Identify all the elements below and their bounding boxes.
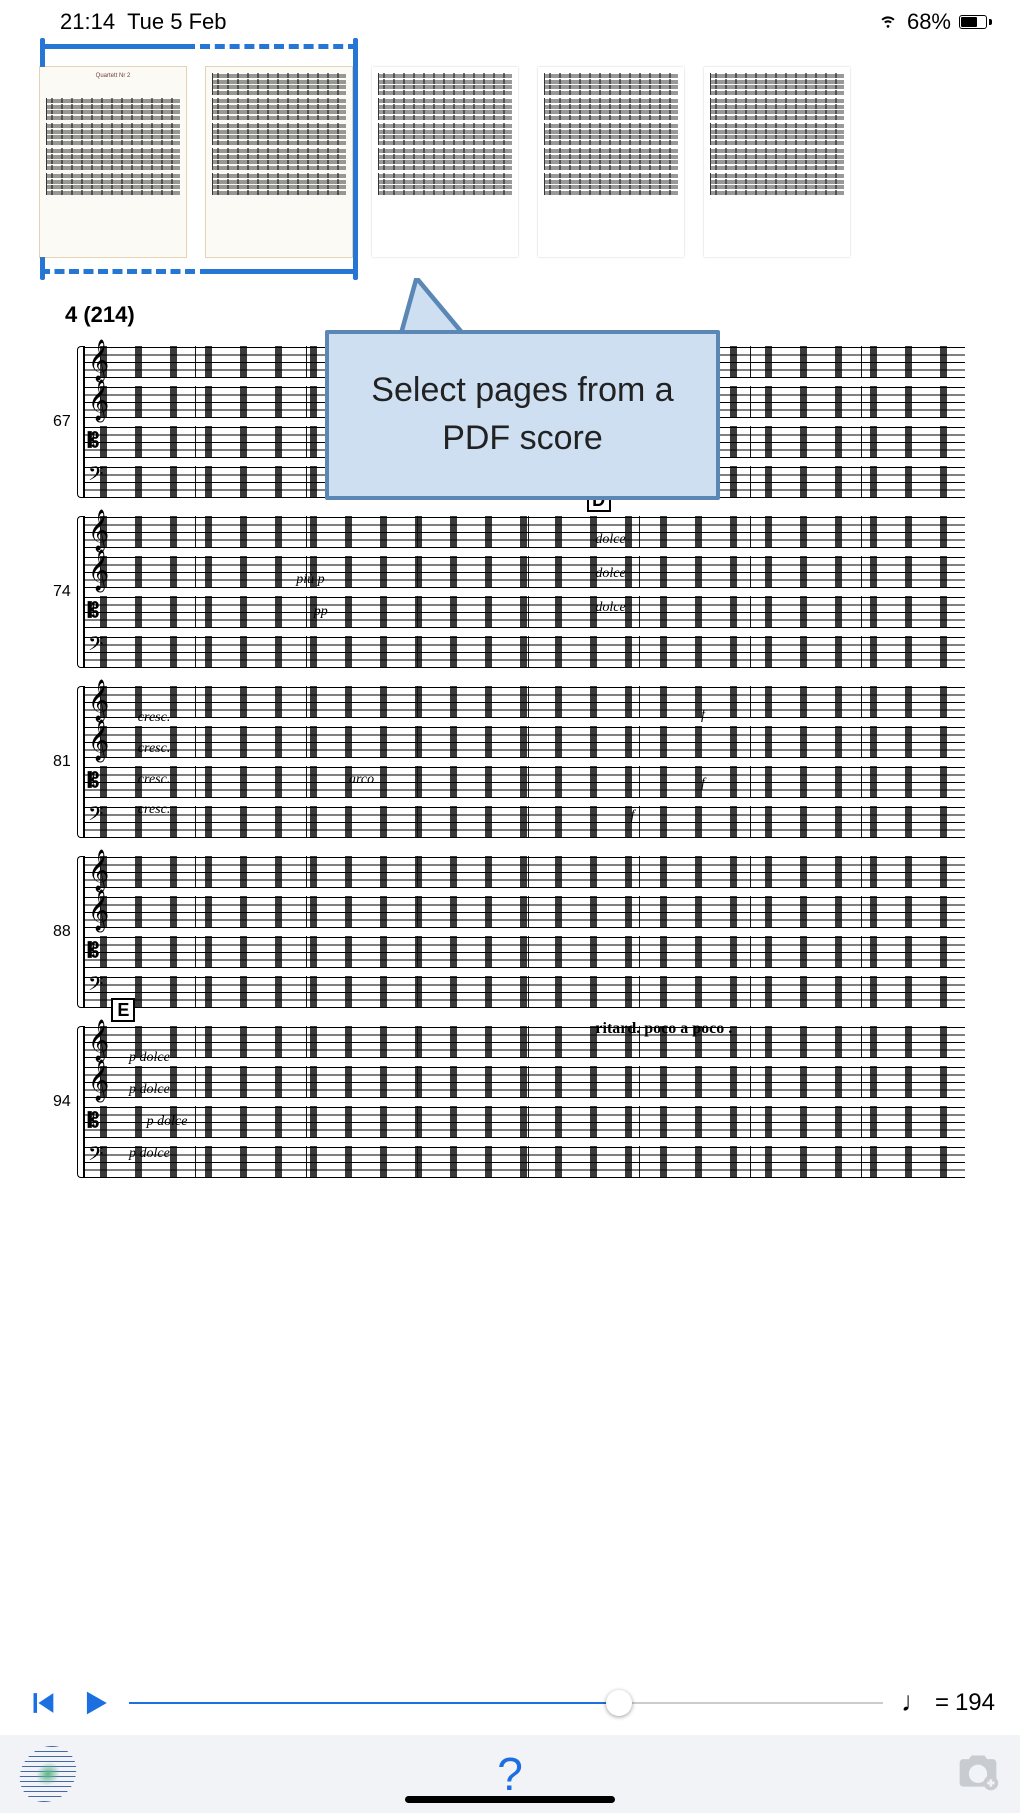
staff: 𝄞 <box>85 516 965 548</box>
wifi-icon <box>877 8 899 36</box>
staff: 𝄢 <box>85 806 965 838</box>
expression-text: pp <box>314 604 328 620</box>
tempo-value: 194 <box>955 1689 995 1717</box>
status-bar: 21:14 Tue 5 Feb 68% <box>0 0 1020 40</box>
clef-icon: 𝄞 <box>88 512 109 548</box>
pdf-thumb-2[interactable] <box>206 67 352 257</box>
callout-text: Select pages from a PDF score <box>349 367 696 462</box>
staff: 𝄞 <box>85 686 965 718</box>
measure-number: 74 <box>53 583 71 601</box>
clef-icon: 𝄡 <box>88 1111 99 1131</box>
staff: 𝄞 <box>85 726 965 758</box>
staff: 𝄢 <box>85 1146 965 1178</box>
expression-text: più p <box>296 572 324 588</box>
clef-icon: 𝄢 <box>88 975 103 999</box>
measure-number: 88 <box>53 923 71 941</box>
bottom-toolbar: ? <box>0 1735 1020 1813</box>
clef-icon: 𝄢 <box>88 805 103 829</box>
clef-icon: 𝄢 <box>88 635 103 659</box>
staff: 𝄞 <box>85 896 965 928</box>
expression-text: f <box>701 708 705 724</box>
tempo-equals: = <box>935 1689 949 1717</box>
expression-text: dolce <box>595 600 625 616</box>
clef-icon: 𝄢 <box>88 1145 103 1169</box>
clef-icon: 𝄞 <box>88 682 109 718</box>
score-system: 94E𝄞𝄞𝄡𝄢p dolcep dolcep dolcep dolceritar… <box>55 1026 965 1178</box>
clef-icon: 𝄞 <box>88 852 109 888</box>
staff: 𝄞 <box>85 856 965 888</box>
staff: 𝄢 <box>85 636 965 668</box>
staff: 𝄞 <box>85 1026 965 1058</box>
expression-text: cresc. <box>138 741 171 757</box>
play-button[interactable] <box>77 1686 111 1720</box>
pdf-thumb-3[interactable] <box>372 67 518 257</box>
battery-percent: 68% <box>907 9 951 35</box>
score-system: 81𝄞𝄞𝄡𝄢cresc.cresc.cresc.cresc.arcofff <box>55 686 965 838</box>
tooltip-callout: Select pages from a PDF score <box>325 280 720 500</box>
measure-number: 94 <box>53 1093 71 1111</box>
clef-icon: 𝄞 <box>88 892 109 928</box>
pdf-thumb-5[interactable] <box>704 67 850 257</box>
staff: 𝄡 <box>85 936 965 968</box>
clef-icon: 𝄢 <box>88 465 103 489</box>
progress-slider[interactable] <box>129 1688 883 1718</box>
clef-icon: 𝄡 <box>88 601 99 621</box>
expression-text: dolce <box>595 532 625 548</box>
expression-text: p dolce <box>129 1146 170 1162</box>
score-system: 88𝄞𝄞𝄡𝄢 <box>55 856 965 1008</box>
staff: 𝄡 <box>85 1106 965 1138</box>
clef-icon: 𝄞 <box>88 552 109 588</box>
help-button[interactable]: ? <box>497 1747 523 1801</box>
measure-number: 67 <box>53 413 71 431</box>
expression-text: cresc. <box>138 772 171 788</box>
expression-text: arco <box>349 772 374 788</box>
expression-text: p dolce <box>129 1050 170 1066</box>
clef-icon: 𝄞 <box>88 342 109 378</box>
battery-icon <box>959 15 992 29</box>
expression-text: f <box>701 776 705 792</box>
score-system: 74D𝄞𝄞𝄡𝄢più pppdolcedolcedolce <box>55 516 965 668</box>
status-date: Tue 5 Feb <box>127 9 226 35</box>
clef-icon: 𝄞 <box>88 1022 109 1058</box>
skip-back-button[interactable] <box>25 1686 59 1720</box>
tempo-display[interactable]: ♩ = 194 <box>901 1687 995 1719</box>
staff: 𝄡 <box>85 766 965 798</box>
pdf-thumb-4[interactable] <box>538 67 684 257</box>
measure-number: 81 <box>53 753 71 771</box>
clef-icon: 𝄞 <box>88 382 109 418</box>
expression-text: p dolce <box>129 1082 170 1098</box>
rehearsal-mark: E <box>111 998 135 1022</box>
pdf-page-thumbnails: Quartett Nr 2 <box>0 42 1020 282</box>
camera-add-button[interactable] <box>956 1750 1000 1799</box>
playback-bar: ♩ = 194 <box>0 1671 1020 1735</box>
expression-text: f <box>631 808 635 824</box>
status-time: 21:14 <box>60 9 115 35</box>
expression-text: p dolce <box>147 1114 188 1130</box>
pdf-thumb-1[interactable]: Quartett Nr 2 <box>40 67 186 257</box>
staff: 𝄡 <box>85 596 965 628</box>
clef-icon: 𝄡 <box>88 941 99 961</box>
thumb-title: Quartett Nr 2 <box>46 73 180 95</box>
staff: 𝄢 <box>85 976 965 1008</box>
expression-text: cresc. <box>138 802 171 818</box>
expression-text: dolce <box>595 566 625 582</box>
quarter-note-icon: ♩ <box>901 1687 929 1719</box>
clef-icon: 𝄡 <box>88 431 99 451</box>
clef-icon: 𝄞 <box>88 1062 109 1098</box>
expression-text: ritard. poco a poco . <box>595 1020 732 1038</box>
clef-icon: 𝄡 <box>88 771 99 791</box>
staff: 𝄞 <box>85 556 965 588</box>
clef-icon: 𝄞 <box>88 722 109 758</box>
app-logo-button[interactable] <box>20 1746 76 1802</box>
expression-text: cresc. <box>138 710 171 726</box>
home-indicator <box>405 1796 615 1803</box>
staff: 𝄞 <box>85 1066 965 1098</box>
